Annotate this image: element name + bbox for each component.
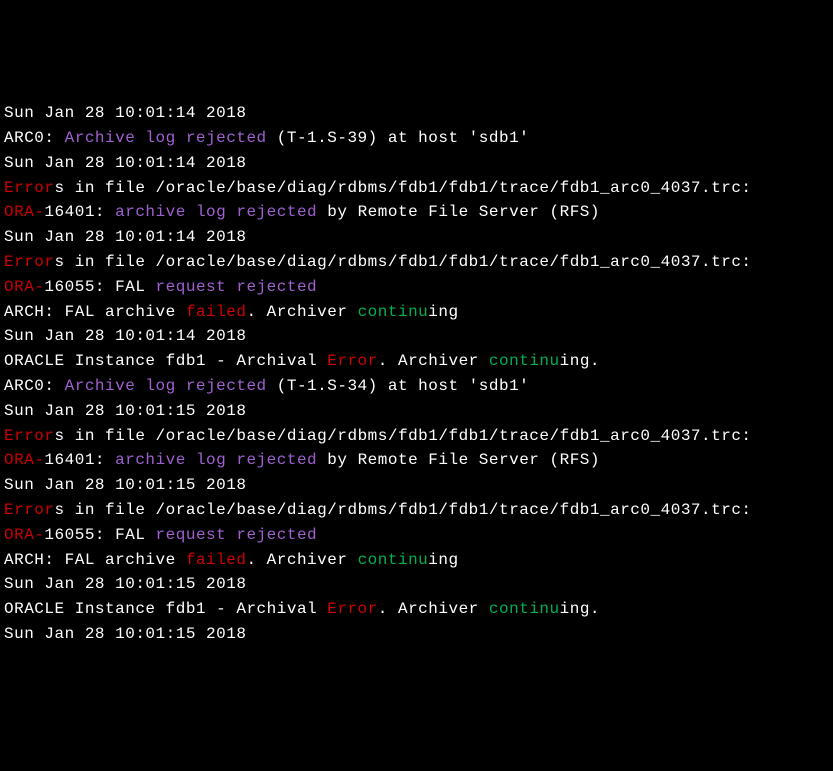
log-line: Sun Jan 28 10:01:14 2018: [4, 101, 829, 126]
log-segment: ORA-: [4, 451, 44, 469]
log-segment: Sun Jan 28 10:01:14 2018: [4, 154, 246, 172]
log-segment: . Archiver: [246, 551, 357, 569]
log-segment: s in file /oracle/base/diag/rdbms/fdb1/f…: [55, 427, 752, 445]
log-segment: by Remote File Server (RFS): [317, 203, 600, 221]
log-line: Sun Jan 28 10:01:14 2018: [4, 324, 829, 349]
log-line: Errors in file /oracle/base/diag/rdbms/f…: [4, 176, 829, 201]
log-line: ORA-16055: FAL request rejected: [4, 275, 829, 300]
log-segment: ARC0:: [4, 377, 65, 395]
log-line: ORA-16401: archive log rejected by Remot…: [4, 448, 829, 473]
log-segment: Sun Jan 28 10:01:15 2018: [4, 575, 246, 593]
log-segment: . Archiver: [378, 352, 489, 370]
log-segment: s in file /oracle/base/diag/rdbms/fdb1/f…: [55, 501, 752, 519]
log-segment: archive log rejected: [115, 451, 317, 469]
log-segment: archive log rejected: [115, 203, 317, 221]
log-segment: ORACLE Instance fdb1 - Archival: [4, 600, 327, 618]
log-line: ORA-16055: FAL request rejected: [4, 523, 829, 548]
log-segment: Error: [327, 352, 378, 370]
log-segment: Sun Jan 28 10:01:14 2018: [4, 228, 246, 246]
log-segment: continu: [489, 600, 560, 618]
log-segment: ing.: [560, 600, 600, 618]
log-segment: ARC0:: [4, 129, 65, 147]
log-segment: (T-1.S-34) at host 'sdb1': [267, 377, 530, 395]
log-segment: request rejected: [156, 278, 318, 296]
terminal-output: Sun Jan 28 10:01:14 2018 ARC0: Archive lo…: [4, 101, 829, 647]
log-segment: continu: [489, 352, 560, 370]
log-segment: continu: [358, 303, 429, 321]
log-line: Sun Jan 28 10:01:15 2018: [4, 572, 829, 597]
log-segment: Error: [327, 600, 378, 618]
log-line: ARCH: FAL archive failed. Archiver conti…: [4, 548, 829, 573]
log-segment: by Remote File Server (RFS): [317, 451, 600, 469]
log-segment: Archive log rejected: [65, 129, 267, 147]
log-segment: Archive log rejected: [65, 377, 267, 395]
log-segment: ing: [428, 303, 458, 321]
log-segment: Error: [4, 427, 55, 445]
log-segment: request rejected: [156, 526, 318, 544]
log-line: Sun Jan 28 10:01:15 2018: [4, 473, 829, 498]
log-line: ARC0: Archive log rejected (T-1.S-34) at…: [4, 374, 829, 399]
log-line: Errors in file /oracle/base/diag/rdbms/f…: [4, 424, 829, 449]
log-line: ARCH: FAL archive failed. Archiver conti…: [4, 300, 829, 325]
log-segment: 16401:: [44, 203, 115, 221]
log-line: Sun Jan 28 10:01:14 2018: [4, 225, 829, 250]
log-segment: Error: [4, 253, 55, 271]
log-segment: . Archiver: [378, 600, 489, 618]
log-segment: Error: [4, 179, 55, 197]
log-segment: 16401:: [44, 451, 115, 469]
log-line: ARC0: Archive log rejected (T-1.S-39) at…: [4, 126, 829, 151]
log-segment: ing.: [560, 352, 600, 370]
log-segment: Sun Jan 28 10:01:14 2018: [4, 327, 246, 345]
log-segment: ORA-: [4, 526, 44, 544]
log-segment: ARCH: FAL archive: [4, 551, 186, 569]
log-segment: 16055: FAL: [44, 278, 155, 296]
log-segment: ORA-: [4, 203, 44, 221]
log-segment: 16055: FAL: [44, 526, 155, 544]
log-segment: (T-1.S-39) at host 'sdb1': [267, 129, 530, 147]
log-segment: s in file /oracle/base/diag/rdbms/fdb1/f…: [55, 179, 752, 197]
log-segment: Sun Jan 28 10:01:14 2018: [4, 104, 246, 122]
log-line: Sun Jan 28 10:01:15 2018: [4, 622, 829, 647]
log-line: Errors in file /oracle/base/diag/rdbms/f…: [4, 498, 829, 523]
log-segment: Error: [4, 501, 55, 519]
log-segment: ing: [428, 551, 458, 569]
log-segment: ORACLE Instance fdb1 - Archival: [4, 352, 327, 370]
log-line: ORACLE Instance fdb1 - Archival Error. A…: [4, 597, 829, 622]
log-segment: s in file /oracle/base/diag/rdbms/fdb1/f…: [55, 253, 752, 271]
log-segment: failed: [186, 303, 247, 321]
log-line: ORA-16401: archive log rejected by Remot…: [4, 200, 829, 225]
log-segment: ORA-: [4, 278, 44, 296]
log-segment: continu: [358, 551, 429, 569]
log-line: Sun Jan 28 10:01:14 2018: [4, 151, 829, 176]
log-segment: failed: [186, 551, 247, 569]
log-segment: ARCH: FAL archive: [4, 303, 186, 321]
log-segment: . Archiver: [246, 303, 357, 321]
log-line: Sun Jan 28 10:01:15 2018: [4, 399, 829, 424]
log-segment: Sun Jan 28 10:01:15 2018: [4, 402, 246, 420]
log-line: ORACLE Instance fdb1 - Archival Error. A…: [4, 349, 829, 374]
log-segment: Sun Jan 28 10:01:15 2018: [4, 476, 246, 494]
log-segment: Sun Jan 28 10:01:15 2018: [4, 625, 246, 643]
log-line: Errors in file /oracle/base/diag/rdbms/f…: [4, 250, 829, 275]
